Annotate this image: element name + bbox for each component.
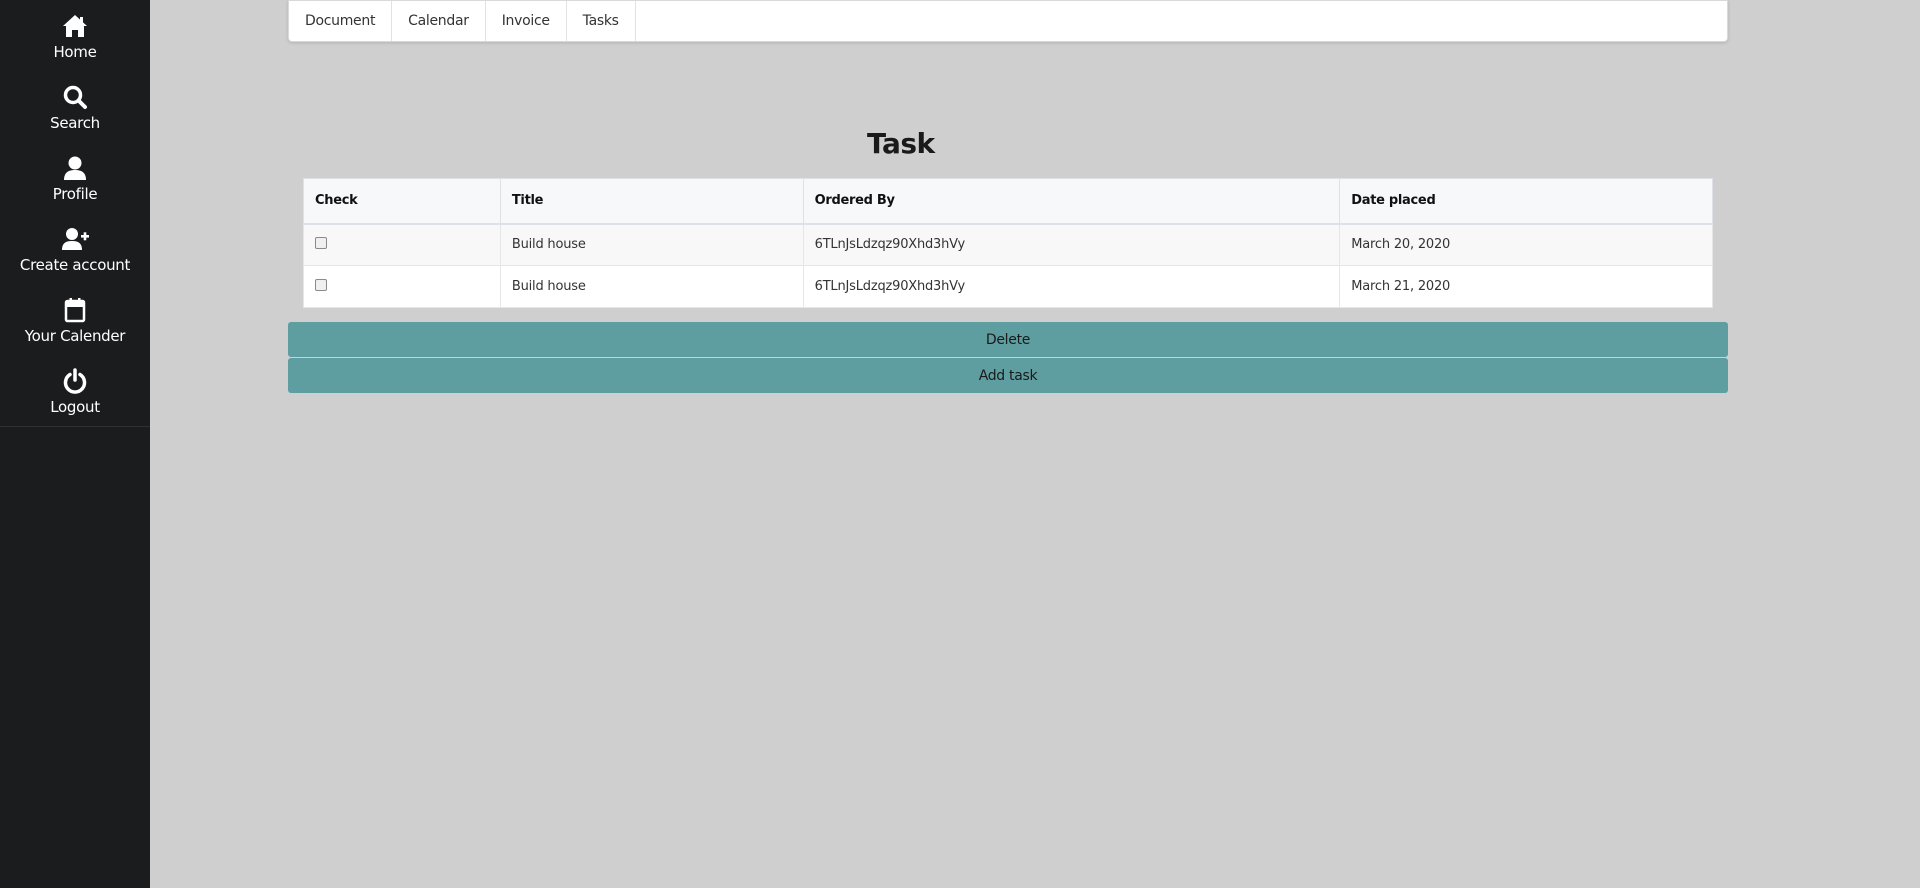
user-icon <box>61 154 89 182</box>
ordered-by-cell: 6TLnJsLdzqz90Xhd3hVy <box>802 223 1341 266</box>
table-row: Build house 6TLnJsLdzqz90Xhd3hVy March 2… <box>303 223 1713 266</box>
calendar-icon <box>61 296 89 324</box>
sidebar-item-home[interactable]: Home <box>0 0 150 71</box>
task-table: Check Title Ordered By Date placed Build… <box>303 178 1713 308</box>
sidebar-item-your-calender[interactable]: Your Calender <box>0 284 150 355</box>
page-title: Task <box>867 127 935 160</box>
sidebar-item-search[interactable]: Search <box>0 71 150 142</box>
check-cell <box>303 223 501 266</box>
row-checkbox[interactable] <box>315 278 327 291</box>
tab-invoice[interactable]: Invoice <box>486 1 567 41</box>
top-nav: Document Calendar Invoice Tasks <box>288 0 1728 42</box>
ordered-by-cell: 6TLnJsLdzqz90Xhd3hVy <box>802 265 1341 308</box>
sidebar-item-logout[interactable]: Logout <box>0 355 150 426</box>
date-placed-cell: March 21, 2020 <box>1339 265 1713 308</box>
row-checkbox[interactable] <box>315 236 327 249</box>
tab-calendar[interactable]: Calendar <box>392 1 486 41</box>
sidebar-item-label: Create account <box>19 256 131 274</box>
sidebar: Home Search Profile Create account Your … <box>0 0 150 888</box>
title-cell: Build house <box>499 265 804 308</box>
sidebar-item-label: Logout <box>50 398 100 416</box>
home-icon <box>61 12 89 40</box>
column-header-date-placed: Date placed <box>1339 178 1713 225</box>
sidebar-item-label: Home <box>53 43 97 61</box>
table-row: Build house 6TLnJsLdzqz90Xhd3hVy March 2… <box>303 265 1713 308</box>
column-header-title: Title <box>499 178 804 225</box>
date-placed-cell: March 20, 2020 <box>1339 223 1713 266</box>
check-cell <box>303 265 501 308</box>
tab-document[interactable]: Document <box>289 1 393 41</box>
sidebar-item-label: Profile <box>52 185 98 203</box>
title-cell: Build house <box>499 223 804 266</box>
sidebar-item-create-account[interactable]: Create account <box>0 213 150 284</box>
sidebar-item-profile[interactable]: Profile <box>0 142 150 213</box>
tab-tasks[interactable]: Tasks <box>567 1 636 41</box>
search-icon <box>61 83 89 111</box>
add-task-button[interactable]: Add task <box>288 358 1728 393</box>
user-plus-icon <box>61 225 89 253</box>
power-icon <box>61 367 89 395</box>
delete-button[interactable]: Delete <box>288 322 1728 357</box>
table-header-row: Check Title Ordered By Date placed <box>303 178 1713 225</box>
sidebar-list: Home Search Profile Create account Your … <box>0 0 150 427</box>
sidebar-item-label: Your Calender <box>24 327 126 345</box>
column-header-ordered-by: Ordered By <box>802 178 1341 225</box>
column-header-check: Check <box>303 178 501 225</box>
sidebar-item-label: Search <box>50 114 100 132</box>
